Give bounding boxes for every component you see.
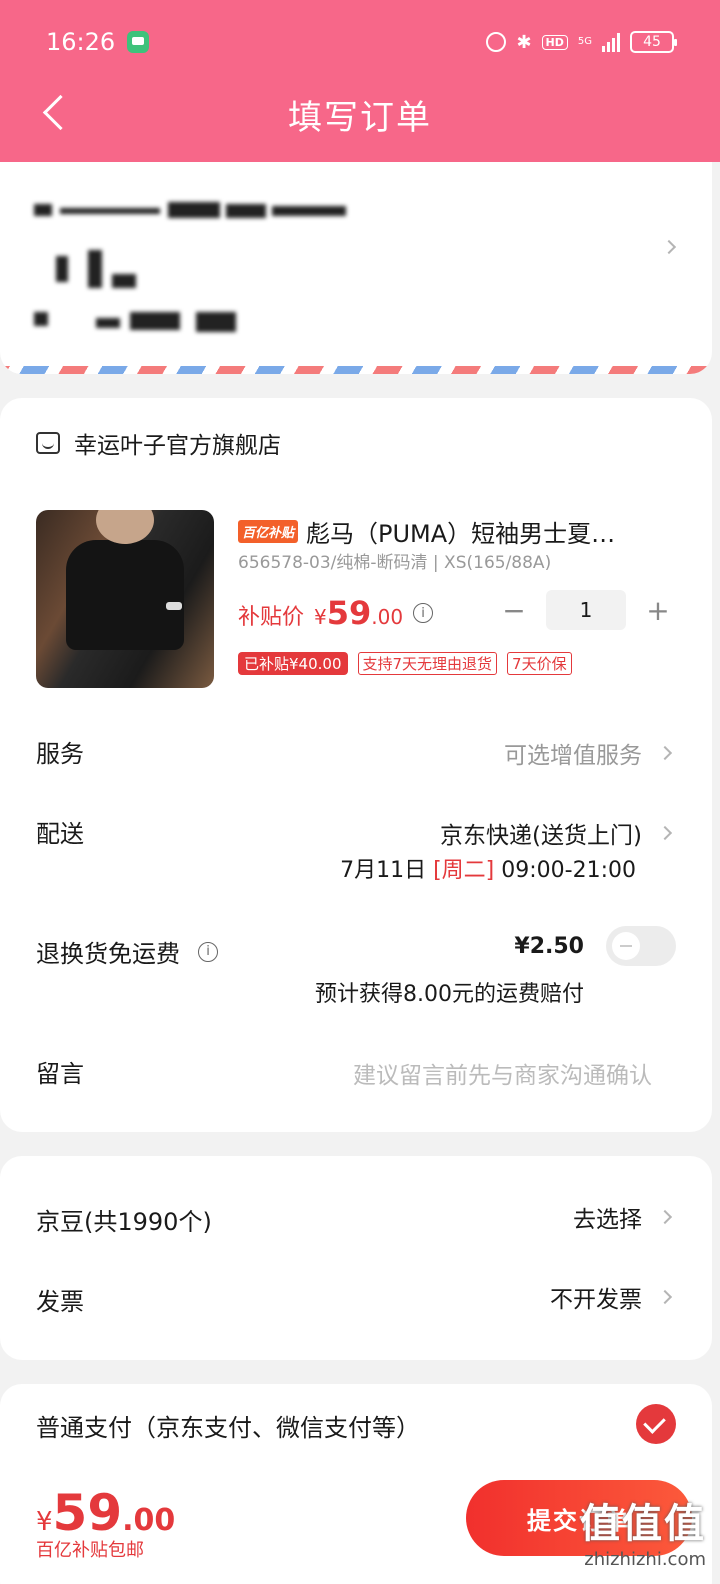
subsidy-badge: 百亿补贴: [238, 520, 299, 543]
network-label: 5G: [577, 36, 592, 47]
payment-method[interactable]: 普通支付（京东支付、微信支付等）: [36, 1408, 420, 1443]
delivery-row[interactable]: 京东快递(送货上门): [440, 816, 673, 850]
invoice-row[interactable]: 不开发票: [550, 1280, 673, 1314]
delivery-value: 京东快递(送货上门): [440, 823, 642, 849]
address-chevron-icon: [661, 239, 677, 255]
beans-label: 京豆(共1990个): [36, 1208, 212, 1236]
price-dec: .00: [371, 605, 404, 629]
app-header: 16:26 ✱ HD 5G 45 填写订单: [0, 0, 720, 162]
service-chevron-icon: [657, 745, 673, 761]
total-int: 59: [52, 1484, 123, 1542]
model-head: [96, 510, 154, 544]
name-blur: [56, 256, 68, 282]
message-input[interactable]: 建议留言前先与商家沟通确认: [353, 1056, 652, 1090]
delivery-chevron-icon: [657, 825, 673, 841]
beans-row[interactable]: 去选择: [573, 1200, 673, 1234]
invoice-label: 发票: [36, 1288, 84, 1316]
name-blur: [88, 250, 102, 288]
page-title: 填写订单: [288, 98, 432, 138]
return-info-icon[interactable]: i: [198, 941, 218, 962]
address-blur: [34, 204, 52, 216]
total-dec: .00: [122, 1503, 176, 1538]
delivery-time: 09:00-21:00: [501, 858, 636, 883]
order-total: ¥ 59 .00: [36, 1484, 175, 1542]
status-bar: 16:26 ✱ HD 5G 45: [46, 24, 677, 60]
message-label: 留言: [36, 1060, 84, 1088]
store-header[interactable]: 幸运叶子官方旗舰店: [36, 426, 281, 460]
phone-blur: [130, 312, 180, 330]
price-row: 补贴价 ¥59.00 i: [238, 594, 434, 632]
signal-icon: [602, 32, 620, 52]
bluetooth-icon: ✱: [516, 31, 532, 53]
return-label-group: 退换货免运费 i: [36, 934, 218, 969]
address-blur: [60, 208, 160, 214]
delivery-date: 7月11日 [周二] 09:00-21:00: [340, 852, 636, 884]
store-icon: [36, 432, 60, 454]
extras-card: 京豆(共1990个) 去选择 发票 不开发票: [0, 1156, 712, 1360]
watermark-site: zhizhizhi.com: [584, 1549, 706, 1570]
plus-button[interactable]: +: [644, 594, 672, 627]
address-blur: [272, 206, 346, 216]
product-image[interactable]: [36, 510, 214, 688]
battery-icon: 45: [630, 31, 677, 53]
toggle-knob: [612, 932, 640, 960]
address-card[interactable]: [0, 162, 712, 374]
service-value: 可选增值服务: [504, 743, 642, 769]
price-protect-tag: 7天价保: [507, 652, 572, 675]
return-label: 退换货免运费: [36, 940, 180, 968]
return-tag: 支持7天无理由退货: [357, 652, 498, 675]
invoice-chevron-icon: [657, 1289, 673, 1305]
phone-blur: [96, 318, 120, 328]
address-blur: [226, 204, 266, 218]
airmail-border: [0, 366, 712, 374]
product-title-row[interactable]: 百亿补贴 彪马（PUMA）短袖男士夏…: [238, 514, 668, 549]
return-price: ¥2.50: [514, 934, 584, 959]
delivery-label: 配送: [36, 820, 84, 848]
return-toggle[interactable]: [606, 926, 676, 966]
price-info-icon[interactable]: i: [413, 603, 434, 623]
message-icon: [127, 31, 150, 53]
product-title: 彪马（PUMA）短袖男士夏…: [306, 520, 616, 548]
subsidy-tag: 已补贴¥40.00: [238, 652, 348, 675]
status-icons: ✱ HD 5G 45: [486, 31, 677, 53]
name-blur: [112, 274, 136, 288]
check-icon[interactable]: [636, 1404, 676, 1444]
phone-blur: [34, 312, 48, 326]
total-currency: ¥: [36, 1507, 53, 1537]
address-blur: [168, 202, 220, 218]
order-card: 幸运叶子官方旗舰店 百亿补贴 彪马（PUMA）短袖男士夏… 656578-03/…: [0, 398, 712, 1132]
minus-button[interactable]: −: [500, 594, 528, 627]
beans-value: 去选择: [573, 1207, 642, 1233]
price-label: 补贴价: [238, 605, 305, 630]
price-int: 59: [326, 594, 372, 632]
product-spec[interactable]: 656578-03/纯棉-断码清 | XS(165/88A): [238, 548, 551, 573]
alarm-icon: [486, 32, 507, 52]
total-note: 百亿补贴包邮: [36, 1540, 144, 1561]
logo-mark: [166, 602, 182, 610]
price: ¥59.00: [314, 594, 403, 632]
invoice-value: 不开发票: [550, 1287, 642, 1313]
quantity-input[interactable]: 1: [546, 590, 626, 630]
beans-chevron-icon: [657, 1209, 673, 1225]
phone-blur: [196, 312, 236, 332]
delivery-day: 7月11日: [340, 858, 427, 883]
tshirt-graphic: [66, 540, 184, 650]
service-label: 服务: [36, 740, 84, 768]
return-note: 预计获得8.00元的运费赔付: [315, 982, 584, 1007]
status-time: 16:26: [46, 28, 116, 56]
service-row[interactable]: 可选增值服务: [504, 736, 673, 770]
product-tags: 已补贴¥40.00 支持7天无理由退货 7天价保: [238, 652, 572, 675]
quantity-stepper: − 1 +: [500, 590, 672, 630]
store-name: 幸运叶子官方旗舰店: [74, 433, 281, 459]
watermark: 值值值 zhizhizhi.com: [580, 1491, 706, 1570]
watermark-text: 值值值: [580, 1501, 706, 1547]
price-currency: ¥: [314, 605, 327, 629]
hd-icon: HD: [541, 34, 568, 50]
delivery-week: [周二]: [433, 858, 495, 883]
